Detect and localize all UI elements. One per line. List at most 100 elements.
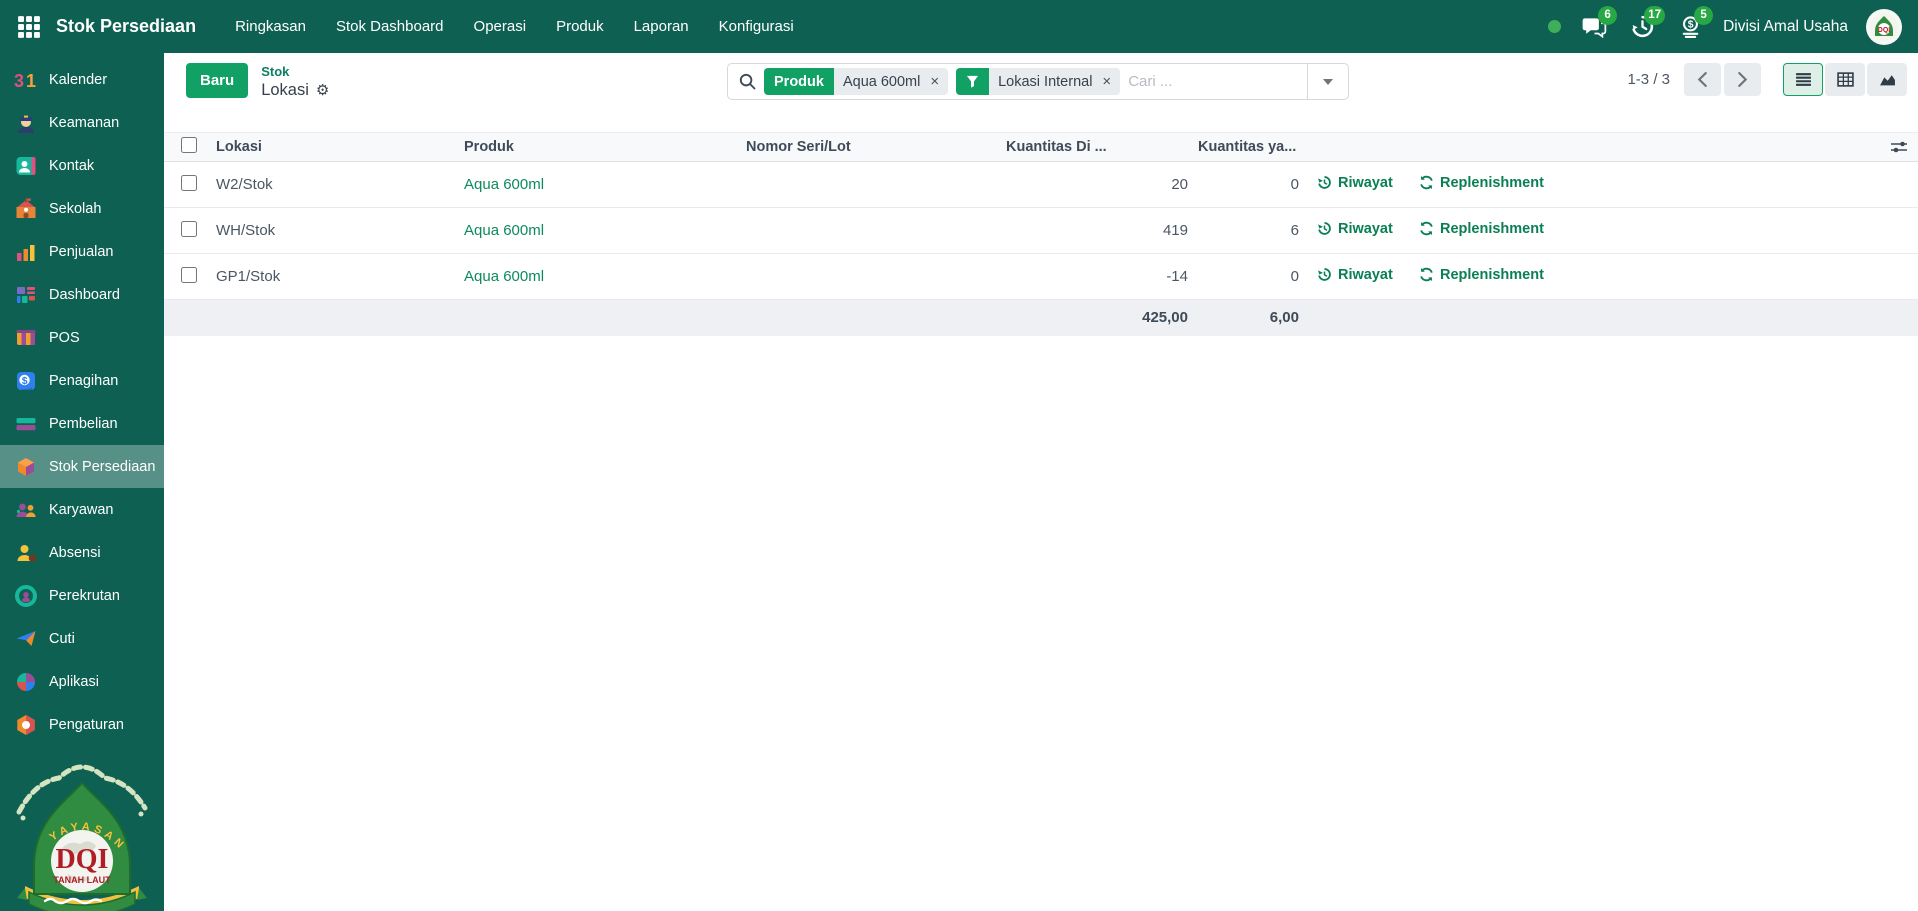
replenishment-button[interactable]: Replenishment — [1419, 175, 1544, 191]
organization-logo: YAYASAN DQI TANAH LAUT — [7, 748, 157, 911]
menu-laporan[interactable]: Laporan — [621, 10, 702, 43]
inventory-cube-icon — [14, 455, 38, 479]
user-menu[interactable]: Divisi Amal Usaha — [1723, 18, 1848, 36]
column-header-serial[interactable]: Nomor Seri/Lot — [746, 133, 1006, 162]
topbar-right: 6 17 $ 5 Divisi Amal Usaha DQI — [1548, 9, 1918, 45]
sidebar-item-pembelian[interactable]: Pembelian — [0, 402, 164, 445]
apps-grid-icon[interactable] — [14, 12, 44, 42]
replenishment-button[interactable]: Replenishment — [1419, 267, 1544, 283]
menu-operasi[interactable]: Operasi — [461, 10, 540, 43]
recruitment-icon — [14, 584, 38, 608]
cell-serial — [746, 162, 1006, 208]
breadcrumb-parent[interactable]: Stok — [261, 64, 329, 80]
pager-next-button[interactable] — [1724, 63, 1761, 96]
sidebar-item-penjualan[interactable]: Penjualan — [0, 230, 164, 273]
column-header-qty-reserved[interactable]: Kuantitas ya... — [1198, 133, 1308, 162]
refresh-icon — [1419, 175, 1434, 190]
search-dropdown-toggle[interactable] — [1307, 64, 1348, 99]
sidebar-item-kontak[interactable]: Kontak — [0, 144, 164, 187]
app-name[interactable]: Stok Persediaan — [56, 16, 196, 37]
sidebar-item-pengaturan[interactable]: Pengaturan — [0, 703, 164, 746]
menu-produk[interactable]: Produk — [543, 10, 617, 43]
sidebar-item-absensi[interactable]: Absensi — [0, 531, 164, 574]
school-icon — [14, 197, 38, 221]
menu-ringkasan[interactable]: Ringkasan — [222, 10, 319, 43]
sidebar-item-cuti[interactable]: Cuti — [0, 617, 164, 660]
optional-columns-icon[interactable] — [1880, 140, 1918, 154]
new-button[interactable]: Baru — [186, 63, 248, 98]
topbar: Stok Persediaan Ringkasan Stok Dashboard… — [0, 0, 1918, 53]
sidebar-item-karyawan[interactable]: Karyawan — [0, 488, 164, 531]
avatar[interactable]: DQI — [1866, 9, 1902, 45]
row-checkbox[interactable] — [181, 221, 197, 237]
view-graph-button[interactable] — [1867, 63, 1907, 96]
sidebar-item-perekrutan[interactable]: Perekrutan — [0, 574, 164, 617]
stock-quant-table: Lokasi Produk Nomor Seri/Lot Kuantitas D… — [164, 132, 1918, 336]
history-button[interactable]: Riwayat — [1317, 175, 1393, 191]
facet-value: Aqua 600ml — [834, 68, 924, 95]
revenue-button[interactable]: $ 5 — [1675, 12, 1705, 42]
employees-icon — [14, 498, 38, 522]
top-menu: Ringkasan Stok Dashboard Operasi Produk … — [222, 10, 807, 43]
row-checkbox[interactable] — [181, 267, 197, 283]
sidebar-item-label: Penagihan — [49, 373, 118, 389]
control-panel: Baru Stok Lokasi ⚙ Produk Aqua 600ml × — [164, 53, 1918, 110]
sidebar-item-stok-persediaan[interactable]: Stok Persediaan — [0, 445, 164, 488]
sidebar-item-aplikasi[interactable]: Aplikasi — [0, 660, 164, 703]
sidebar-item-pos[interactable]: POS — [0, 316, 164, 359]
sidebar-item-keamanan[interactable]: Keamanan — [0, 101, 164, 144]
totals-row: 425,00 6,00 — [164, 300, 1918, 336]
table-row[interactable]: W2/Stok Aqua 600ml 20 0 Riwayat Replenis… — [164, 162, 1918, 208]
cell-qty-on-hand: 20 — [1006, 162, 1198, 208]
history-button[interactable]: Riwayat — [1317, 221, 1393, 237]
search-input[interactable] — [1128, 73, 1307, 90]
sidebar-item-label: Cuti — [49, 631, 75, 647]
sidebar-item-penagihan[interactable]: $ Penagihan — [0, 359, 164, 402]
select-all-checkbox[interactable] — [181, 137, 197, 153]
facet-value: Lokasi Internal — [989, 68, 1096, 95]
sidebar-item-label: Penjualan — [49, 244, 114, 260]
grid-glyph — [17, 15, 41, 39]
sidebar-item-label: Perekrutan — [49, 588, 120, 604]
attendance-icon — [14, 541, 38, 565]
action-gear-icon[interactable]: ⚙ — [316, 83, 329, 98]
revenue-badge: 5 — [1694, 6, 1713, 25]
menu-konfigurasi[interactable]: Konfigurasi — [706, 10, 807, 43]
menu-stok-dashboard[interactable]: Stok Dashboard — [323, 10, 457, 43]
sidebar-item-dashboard[interactable]: Dashboard — [0, 273, 164, 316]
messages-button[interactable]: 6 — [1579, 12, 1609, 42]
svg-text:$: $ — [22, 374, 28, 386]
table-row[interactable]: WH/Stok Aqua 600ml 419 6 Riwayat Repleni… — [164, 208, 1918, 254]
table-row[interactable]: GP1/Stok Aqua 600ml -14 0 Riwayat Replen… — [164, 254, 1918, 300]
sidebar-item-label: POS — [49, 330, 80, 346]
sidebar-item-label: Kalender — [49, 72, 107, 88]
replenishment-button[interactable]: Replenishment — [1419, 221, 1544, 237]
column-header-produk[interactable]: Produk — [464, 133, 746, 162]
view-pivot-button[interactable] — [1825, 63, 1865, 96]
view-list-button[interactable] — [1783, 63, 1823, 96]
sidebar-item-kalender[interactable]: 31 Kalender — [0, 58, 164, 101]
messages-badge: 6 — [1598, 6, 1617, 25]
chevron-right-icon — [1737, 72, 1748, 87]
purchase-icon — [14, 412, 38, 436]
column-header-lokasi[interactable]: Lokasi — [216, 133, 464, 162]
product-link[interactable]: Aqua 600ml — [464, 268, 544, 285]
product-link[interactable]: Aqua 600ml — [464, 222, 544, 239]
pager-previous-button[interactable] — [1684, 63, 1721, 96]
sidebar-item-label: Absensi — [49, 545, 101, 561]
timeoff-icon — [14, 627, 38, 651]
product-link[interactable]: Aqua 600ml — [464, 176, 544, 193]
cell-serial — [746, 254, 1006, 300]
row-checkbox[interactable] — [181, 175, 197, 191]
facet-remove-icon[interactable]: × — [924, 68, 948, 95]
facet-remove-icon[interactable]: × — [1096, 68, 1120, 95]
svg-text:3: 3 — [14, 71, 24, 91]
settings-icon — [14, 713, 38, 737]
column-header-qty-on-hand[interactable]: Kuantitas Di ... — [1006, 133, 1198, 162]
history-button[interactable]: Riwayat — [1317, 267, 1393, 283]
sidebar-item-sekolah[interactable]: Sekolah — [0, 187, 164, 230]
logo-acronym: DQI — [56, 844, 109, 875]
activities-button[interactable]: 17 — [1627, 12, 1657, 42]
pager-range: 1-3 / 3 — [1627, 71, 1670, 88]
online-status-dot — [1548, 20, 1561, 33]
